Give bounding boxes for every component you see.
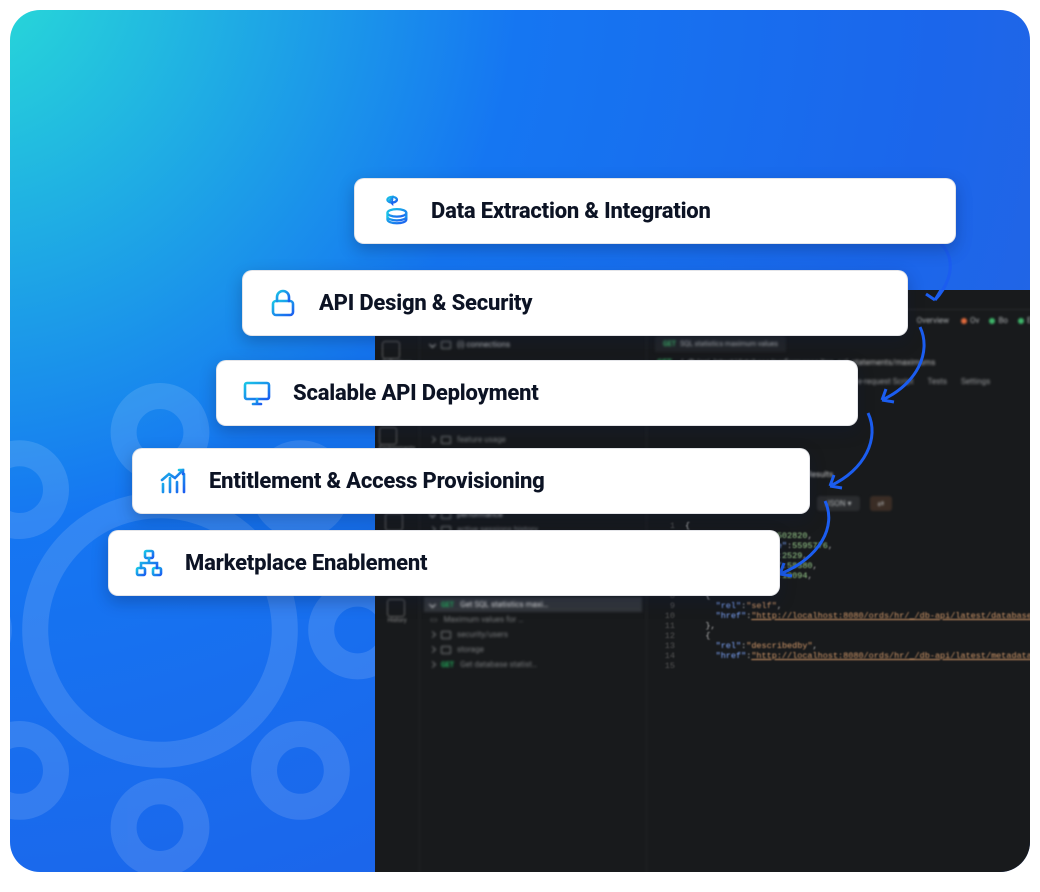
activity-history[interactable]: History — [387, 599, 406, 624]
tree-item: security/users — [457, 630, 508, 639]
sitemap-icon — [131, 545, 167, 581]
tree-item: feature usage — [457, 435, 506, 444]
lock-icon — [265, 285, 301, 321]
background-cog-glyph — [10, 370, 420, 872]
tab-label: SQL statistics maximum values — [680, 340, 778, 348]
card-marketplace: Marketplace Enablement — [108, 530, 780, 596]
monitor-icon — [239, 375, 275, 411]
card-label: Data Extraction & Integration — [431, 199, 711, 224]
tree-item-selected: Get SQL statistics maxi… — [460, 600, 548, 609]
card-entitlement: Entitlement & Access Provisioning — [132, 448, 810, 514]
card-scalable-deploy: Scalable API Deployment — [216, 360, 858, 426]
card-api-security: API Design & Security — [242, 270, 908, 336]
analytics-icon — [155, 463, 191, 499]
tree-item: Get database statist… — [460, 660, 537, 669]
card-label: Entitlement & Access Provisioning — [209, 469, 545, 494]
hero-canvas: Postman ☰ My Workspace New Import Overvi… — [10, 10, 1030, 872]
card-label: Scalable API Deployment — [293, 381, 539, 406]
cloud-database-icon — [377, 193, 413, 229]
card-label: API Design & Security — [319, 291, 532, 316]
tree-root: (i) connections — [457, 340, 510, 349]
card-label: Marketplace Enablement — [185, 551, 427, 576]
card-data-extraction: Data Extraction & Integration — [354, 178, 956, 244]
tree-item: Maximum values for … — [444, 615, 524, 624]
tree-item: storage — [457, 645, 484, 654]
